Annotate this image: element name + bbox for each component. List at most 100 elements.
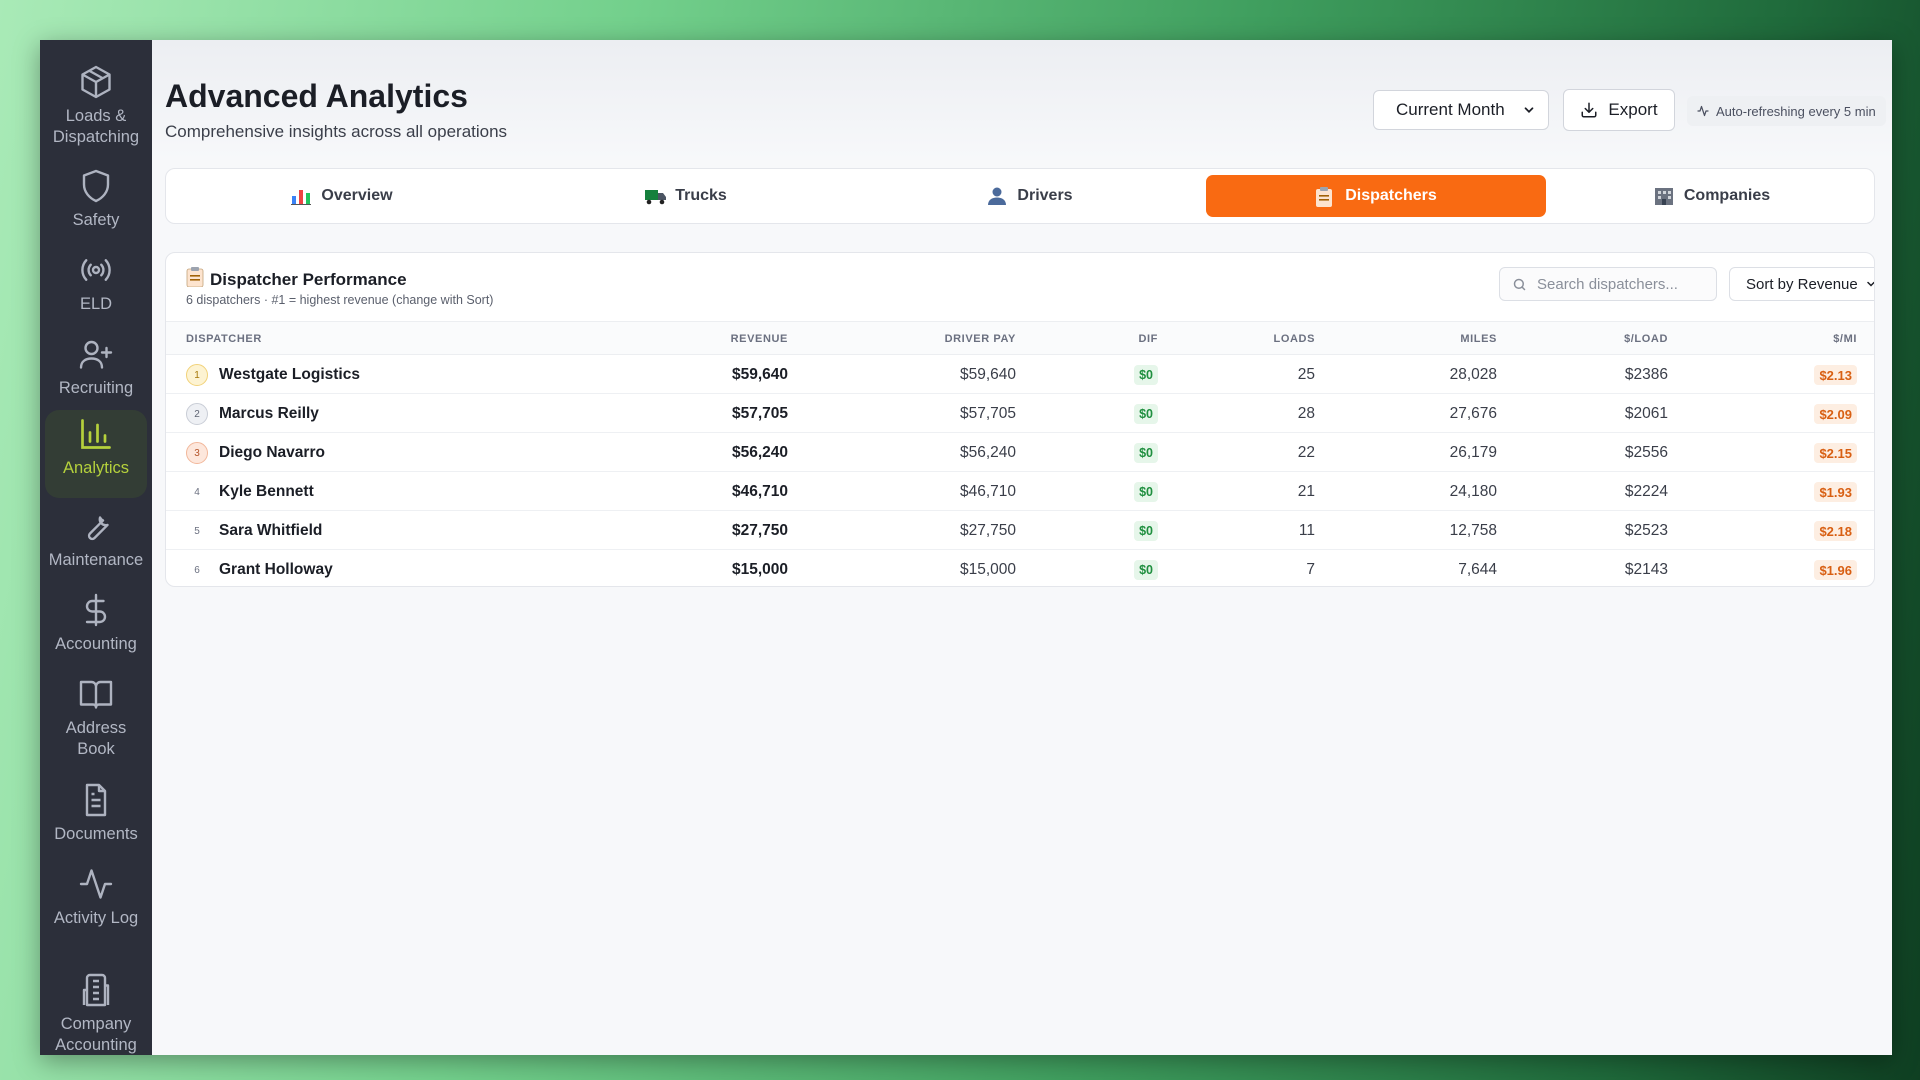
driver-pay-value: $57,705 xyxy=(959,405,1016,422)
sidebar-item-recruiting[interactable]: Recruiting xyxy=(45,330,147,399)
clipboard-icon xyxy=(1315,187,1335,207)
table-row[interactable]: 3 Diego Navarro $56,240 $56,240 $0 22 26… xyxy=(166,433,1874,472)
loads-value: 11 xyxy=(1298,522,1315,539)
tab-drivers[interactable]: Drivers xyxy=(862,175,1198,217)
table-row[interactable]: 2 Marcus Reilly $57,705 $57,705 $0 28 27… xyxy=(166,394,1874,433)
per-load-value: $2143 xyxy=(1624,561,1668,578)
column-header-per-mile[interactable]: $/MI xyxy=(1833,333,1857,345)
sidebar-item-label: Safety xyxy=(72,211,120,229)
dispatcher-name: Westgate Logistics xyxy=(219,366,360,383)
period-select[interactable]: Current Month xyxy=(1373,90,1549,130)
per-mile-badge: $2.09 xyxy=(1814,404,1857,424)
sidebar-item-label: Analytics xyxy=(62,459,130,477)
revenue-value: $27,750 xyxy=(731,522,788,539)
tab-label: Drivers xyxy=(1017,187,1073,204)
driver-pay-value: $56,240 xyxy=(959,444,1016,461)
activity-icon xyxy=(1697,105,1709,117)
per-load-value: $2224 xyxy=(1624,483,1668,500)
search-input[interactable] xyxy=(1537,275,1707,293)
sidebar-item-eld[interactable]: ELD xyxy=(45,246,147,315)
table-row[interactable]: 5 Sara Whitfield $27,750 $27,750 $0 11 1… xyxy=(166,511,1874,550)
loads-value: 22 xyxy=(1297,444,1315,461)
table-row[interactable]: 1 Westgate Logistics $59,640 $59,640 $0 … xyxy=(166,355,1874,394)
sidebar-item-label: Loads & Dispatching xyxy=(52,107,140,146)
dif-badge: $0 xyxy=(1134,482,1158,502)
dispatcher-table-body: 1 Westgate Logistics $59,640 $59,640 $0 … xyxy=(166,355,1874,586)
tab-dispatchers[interactable]: Dispatchers xyxy=(1206,175,1546,217)
person-icon xyxy=(987,187,1007,205)
sidebar-item-label: Maintenance xyxy=(48,551,144,569)
sidebar-item-label: Address Book xyxy=(65,719,127,758)
column-header-per-load[interactable]: $/LOAD xyxy=(1624,333,1668,345)
per-load-value: $2523 xyxy=(1624,522,1668,539)
dispatcher-name: Kyle Bennett xyxy=(219,483,314,500)
chart-icon xyxy=(291,187,312,205)
per-load-value: $2556 xyxy=(1624,444,1668,461)
export-button[interactable]: Export xyxy=(1563,89,1675,131)
revenue-value: $46,710 xyxy=(731,483,788,500)
per-mile-badge: $2.15 xyxy=(1814,443,1857,463)
miles-value: 26,179 xyxy=(1449,444,1497,461)
column-header-revenue[interactable]: REVENUE xyxy=(731,333,788,345)
table-row[interactable]: 4 Kyle Bennett $46,710 $46,710 $0 21 24,… xyxy=(166,472,1874,511)
sidebar-item-label: Company Accounting xyxy=(55,1015,137,1054)
auto-refresh-indicator: Auto-refreshing every 5 min xyxy=(1687,96,1886,126)
tab-label: Overview xyxy=(321,187,393,204)
sort-select[interactable]: Sort by Revenue xyxy=(1729,267,1874,301)
panel-title: Dispatcher Performance xyxy=(186,267,407,292)
dif-badge: $0 xyxy=(1134,365,1158,385)
tab-trucks[interactable]: Trucks xyxy=(518,175,854,217)
per-load-value: $2386 xyxy=(1624,366,1668,383)
search-icon xyxy=(1513,278,1526,290)
rank-badge: 5 xyxy=(186,520,208,542)
search-dispatchers xyxy=(1499,267,1717,301)
user-plus-icon xyxy=(79,340,113,369)
miles-value: 27,676 xyxy=(1449,405,1497,422)
sidebar-item-accounting[interactable]: Accounting xyxy=(45,586,147,655)
loads-value: 21 xyxy=(1297,483,1315,500)
package-icon xyxy=(81,65,111,99)
dispatcher-name: Diego Navarro xyxy=(219,444,325,461)
tab-label: Companies xyxy=(1683,187,1771,204)
per-load-value: $2061 xyxy=(1624,405,1668,422)
sidebar-item-label: Recruiting xyxy=(58,379,134,397)
sidebar-item-maintenance[interactable]: Maintenance xyxy=(45,502,147,571)
sidebar-item-safety[interactable]: Safety xyxy=(45,162,147,231)
sidebar-item-activity-log[interactable]: Activity Log xyxy=(45,860,147,929)
per-mile-badge: $2.13 xyxy=(1814,365,1857,385)
driver-pay-value: $27,750 xyxy=(959,522,1016,539)
revenue-value: $15,000 xyxy=(731,561,788,578)
sidebar-item-address-book[interactable]: Address Book xyxy=(45,670,147,760)
activity-icon xyxy=(79,869,113,899)
table-row[interactable]: 6 Grant Holloway $15,000 $15,000 $0 7 7,… xyxy=(166,550,1874,586)
sidebar-item-loads-dispatching[interactable]: Loads & Dispatching xyxy=(45,58,147,148)
sidebar-item-documents[interactable]: Documents xyxy=(45,776,147,845)
column-header-dispatcher[interactable]: DISPATCHER xyxy=(186,333,262,345)
period-select-value: Current Month xyxy=(1396,100,1505,119)
chevron-down-icon xyxy=(1524,107,1534,113)
page-title: Advanced Analytics xyxy=(165,78,468,114)
rank-badge: 3 xyxy=(186,442,208,464)
app-window: Loads & Dispatching Safety ELD Recruitin… xyxy=(40,40,1892,1055)
column-header-dif[interactable]: DIF xyxy=(1138,333,1158,345)
miles-value: 28,028 xyxy=(1449,366,1497,383)
sidebar-item-label: Accounting xyxy=(55,635,137,653)
dollar-icon xyxy=(85,593,107,627)
export-label: Export xyxy=(1608,100,1658,119)
column-header-driver-pay[interactable]: DRIVER PAY xyxy=(945,333,1016,345)
column-header-loads[interactable]: LOADS xyxy=(1274,333,1316,345)
sidebar-item-analytics[interactable]: Analytics xyxy=(45,410,147,498)
building-icon xyxy=(1654,187,1674,205)
bar-chart-icon xyxy=(81,419,111,449)
sidebar-item-company-accounting[interactable]: Company Accounting xyxy=(45,966,147,1055)
per-mile-badge: $2.18 xyxy=(1814,521,1857,541)
driver-pay-value: $59,640 xyxy=(959,366,1016,383)
building-icon xyxy=(82,973,110,1007)
download-icon xyxy=(1581,102,1597,118)
column-header-miles[interactable]: MILES xyxy=(1460,333,1497,345)
tab-companies[interactable]: Companies xyxy=(1554,175,1870,217)
dispatcher-name: Grant Holloway xyxy=(219,561,333,578)
wrench-icon xyxy=(87,516,109,541)
tab-overview[interactable]: Overview xyxy=(174,175,510,217)
driver-pay-value: $46,710 xyxy=(959,483,1016,500)
